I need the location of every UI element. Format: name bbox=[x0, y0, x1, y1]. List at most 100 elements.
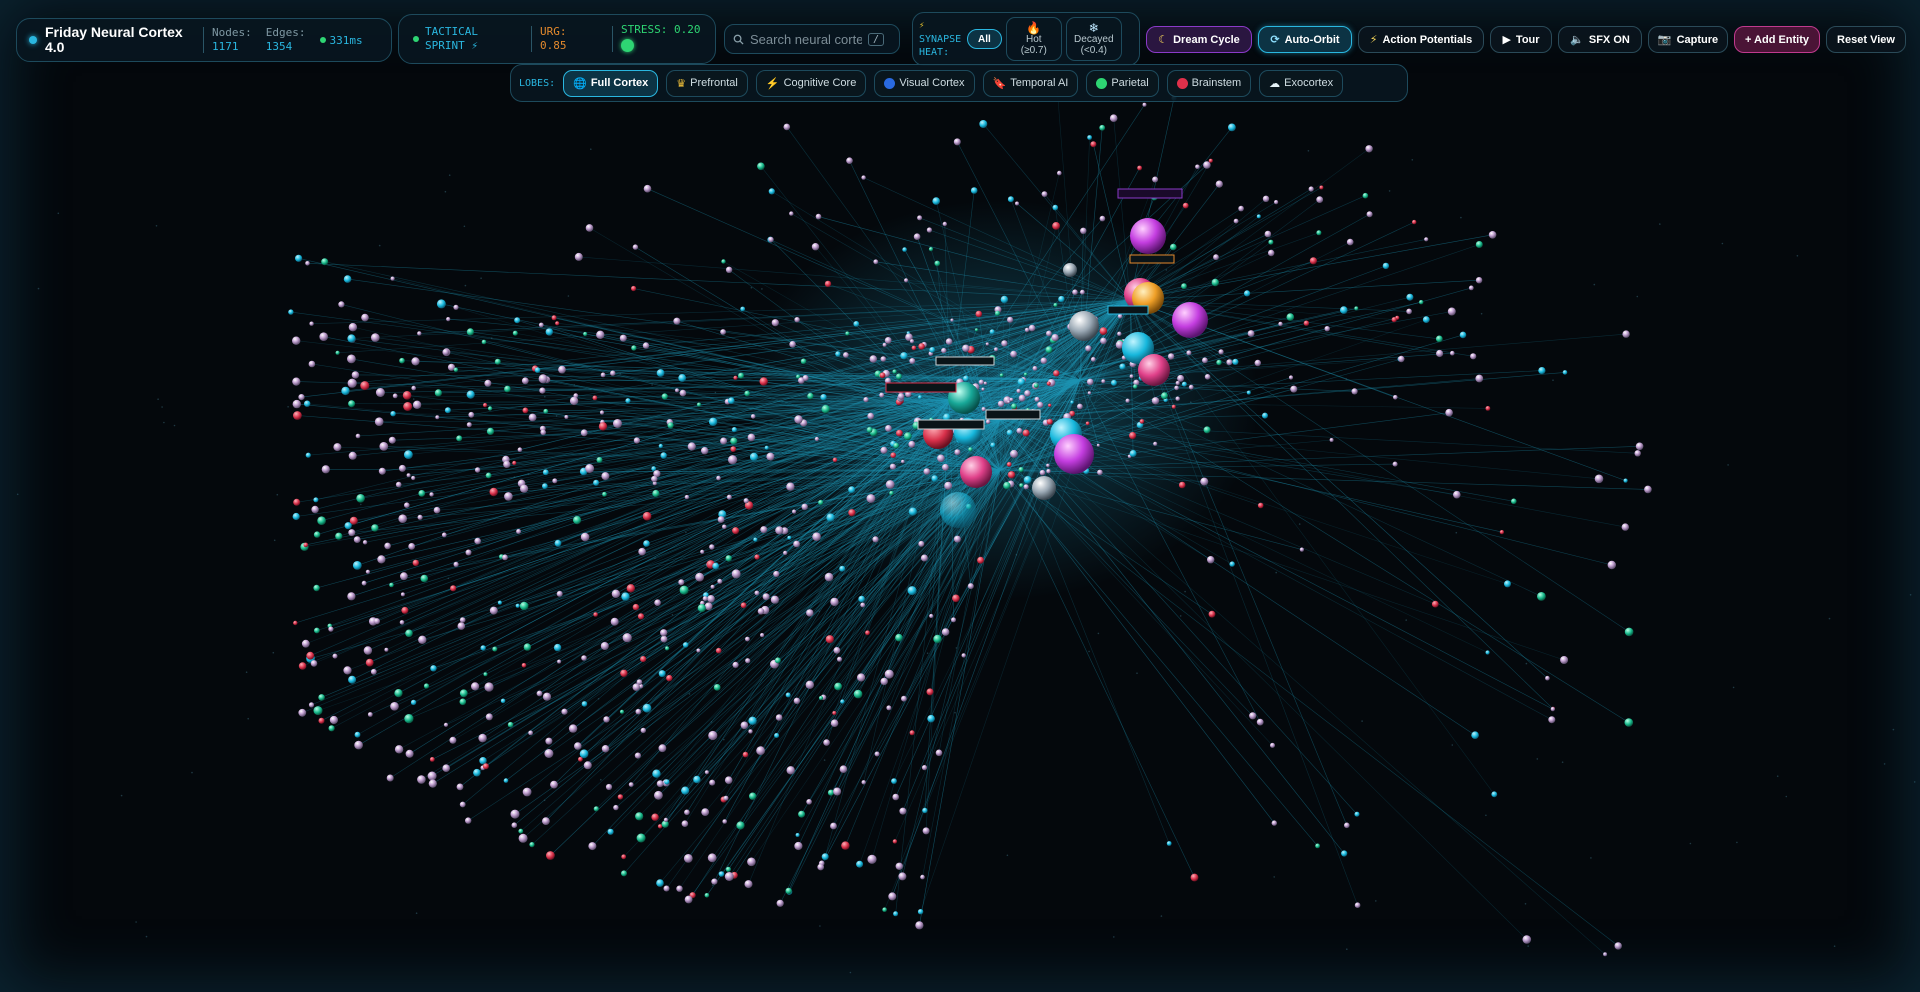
neuron-node[interactable] bbox=[654, 599, 661, 606]
neuron-node[interactable] bbox=[1181, 283, 1187, 290]
neuron-node[interactable] bbox=[941, 628, 950, 636]
neuron-node[interactable] bbox=[550, 780, 558, 789]
neuron-node[interactable] bbox=[374, 417, 384, 427]
neuron-node[interactable] bbox=[882, 907, 887, 912]
hub-node[interactable] bbox=[1069, 311, 1099, 341]
neuron-node[interactable] bbox=[640, 656, 647, 663]
lobe-cognitive-core[interactable]: ⚡ Cognitive Core bbox=[755, 69, 867, 97]
neuron-node[interactable] bbox=[913, 233, 921, 240]
neuron-node[interactable] bbox=[787, 535, 792, 540]
neuron-node[interactable] bbox=[994, 310, 1001, 316]
neural-graph-canvas[interactable] bbox=[0, 0, 1920, 992]
neuron-node[interactable] bbox=[1562, 370, 1568, 375]
neuron-node[interactable] bbox=[892, 369, 897, 374]
neuron-node[interactable] bbox=[1139, 419, 1145, 424]
neuron-node[interactable] bbox=[633, 437, 641, 444]
neuron-node[interactable] bbox=[712, 562, 720, 570]
neuron-node[interactable] bbox=[934, 260, 941, 267]
neuron-node[interactable] bbox=[1175, 380, 1180, 386]
neuron-node[interactable] bbox=[466, 422, 472, 428]
neuron-node[interactable] bbox=[305, 452, 311, 458]
neuron-node[interactable] bbox=[1182, 202, 1189, 209]
neuron-node[interactable] bbox=[961, 653, 966, 658]
neuron-node[interactable] bbox=[1181, 381, 1187, 387]
neuron-node[interactable] bbox=[707, 595, 715, 603]
neuron-node[interactable] bbox=[1010, 350, 1017, 358]
neuron-node[interactable] bbox=[1635, 442, 1644, 451]
neuron-node[interactable] bbox=[503, 460, 511, 468]
neuron-node[interactable] bbox=[885, 480, 895, 489]
neuron-node[interactable] bbox=[1099, 215, 1106, 222]
neuron-node[interactable] bbox=[321, 258, 329, 266]
neuron-node[interactable] bbox=[1151, 397, 1160, 405]
neuron-node[interactable] bbox=[443, 722, 449, 727]
neuron-node[interactable] bbox=[420, 574, 429, 583]
neuron-node[interactable] bbox=[583, 331, 588, 337]
neuron-node[interactable] bbox=[783, 550, 788, 556]
neuron-node[interactable] bbox=[736, 821, 745, 830]
neuron-node[interactable] bbox=[867, 854, 877, 864]
neuron-node[interactable] bbox=[893, 911, 899, 917]
neuron-node[interactable] bbox=[1032, 366, 1038, 371]
neuron-node[interactable] bbox=[552, 478, 558, 484]
neuron-node[interactable] bbox=[1354, 306, 1359, 311]
neuron-node[interactable] bbox=[379, 442, 389, 451]
neuron-node[interactable] bbox=[929, 613, 934, 619]
neuron-node[interactable] bbox=[1288, 375, 1294, 380]
neuron-node[interactable] bbox=[840, 699, 845, 704]
neuron-node[interactable] bbox=[1040, 357, 1048, 364]
neuron-node[interactable] bbox=[654, 790, 663, 800]
neuron-node[interactable] bbox=[348, 675, 357, 684]
neuron-node[interactable] bbox=[1200, 477, 1209, 486]
neuron-node[interactable] bbox=[1019, 483, 1024, 488]
neuron-node[interactable] bbox=[754, 554, 760, 560]
neuron-node[interactable] bbox=[1046, 469, 1051, 474]
neuron-node[interactable] bbox=[1037, 401, 1044, 408]
neuron-node[interactable] bbox=[581, 701, 588, 707]
neuron-node[interactable] bbox=[545, 328, 553, 336]
neuron-node[interactable] bbox=[673, 317, 681, 325]
neuron-node[interactable] bbox=[678, 579, 685, 586]
neuron-node[interactable] bbox=[1072, 289, 1078, 296]
neuron-node[interactable] bbox=[1634, 450, 1641, 457]
neuron-node[interactable] bbox=[830, 719, 839, 727]
neuron-node[interactable] bbox=[1039, 469, 1046, 476]
neuron-node[interactable] bbox=[1046, 463, 1050, 468]
neuron-node[interactable] bbox=[885, 425, 892, 432]
neuron-node[interactable] bbox=[1537, 592, 1546, 601]
neuron-node[interactable] bbox=[750, 414, 756, 419]
neuron-node[interactable] bbox=[404, 450, 413, 459]
neuron-node[interactable] bbox=[895, 862, 903, 870]
neuron-node[interactable] bbox=[1016, 427, 1023, 434]
neuron-node[interactable] bbox=[502, 554, 508, 561]
neuron-node[interactable] bbox=[574, 252, 583, 261]
neuron-node[interactable] bbox=[536, 690, 543, 697]
neuron-node[interactable] bbox=[977, 556, 985, 564]
neuron-node[interactable] bbox=[1051, 334, 1059, 342]
neuron-node[interactable] bbox=[747, 433, 756, 442]
neuron-node[interactable] bbox=[542, 469, 549, 476]
neuron-node[interactable] bbox=[747, 857, 756, 867]
neuron-node[interactable] bbox=[731, 569, 741, 579]
neuron-node[interactable] bbox=[744, 390, 750, 397]
neuron-node[interactable] bbox=[1271, 820, 1278, 826]
neuron-node[interactable] bbox=[978, 379, 984, 385]
neuron-node[interactable] bbox=[504, 492, 513, 501]
neuron-node[interactable] bbox=[893, 442, 900, 449]
neuron-node[interactable] bbox=[442, 764, 451, 772]
neuron-node[interactable] bbox=[429, 757, 435, 762]
neuron-node[interactable] bbox=[774, 733, 780, 738]
neuron-node[interactable] bbox=[1382, 262, 1390, 270]
neuron-node[interactable] bbox=[638, 547, 646, 556]
neuron-node[interactable] bbox=[390, 276, 395, 281]
neuron-node[interactable] bbox=[1137, 165, 1142, 171]
neuron-node[interactable] bbox=[427, 771, 437, 781]
neuron-node[interactable] bbox=[631, 345, 637, 351]
neuron-node[interactable] bbox=[429, 492, 434, 497]
neuron-node[interactable] bbox=[904, 278, 909, 283]
neuron-node[interactable] bbox=[658, 443, 663, 449]
neuron-node[interactable] bbox=[332, 653, 338, 659]
neuron-node[interactable] bbox=[728, 397, 735, 405]
neuron-node[interactable] bbox=[900, 352, 908, 360]
neuron-node[interactable] bbox=[321, 465, 330, 474]
